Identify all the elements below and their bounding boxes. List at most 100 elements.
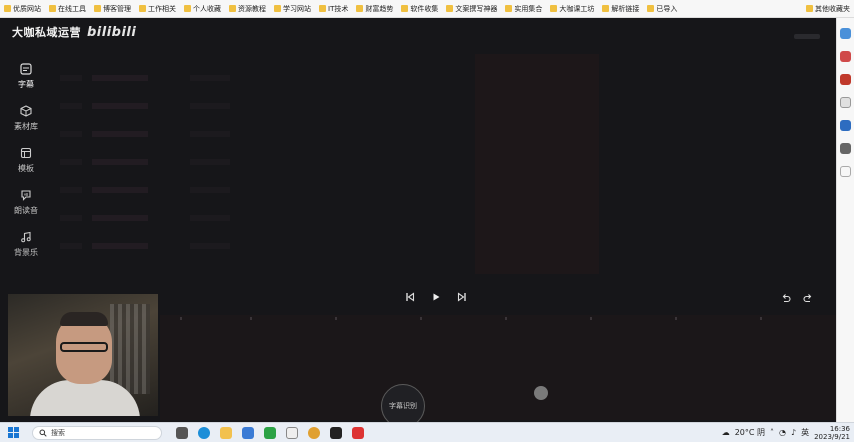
bookmark-item[interactable]: 财富趋势 <box>352 4 397 14</box>
weather-text[interactable]: 20°C 阴 <box>735 427 765 438</box>
extension-icon[interactable] <box>840 74 851 85</box>
chrome-icon[interactable] <box>308 426 320 439</box>
sidebar-item-template[interactable]: 模板 <box>0 146 52 188</box>
windows-start-icon[interactable] <box>8 426 22 439</box>
store-icon[interactable] <box>242 426 254 439</box>
sidebar-item-label: 字幕 <box>18 80 34 89</box>
folder-icon <box>94 5 101 12</box>
search-icon <box>39 429 47 437</box>
bookmark-label: 优质网站 <box>13 4 41 13</box>
folder-icon <box>806 5 813 12</box>
add-icon[interactable] <box>840 166 851 177</box>
bookmark-label: 大咖课工坊 <box>559 4 595 13</box>
bookmark-other-label: 其他收藏夹 <box>815 4 850 13</box>
play-icon[interactable] <box>430 291 442 303</box>
video-editor-icon[interactable] <box>330 426 342 439</box>
bookmark-item[interactable]: 文案撰写神器 <box>442 4 501 14</box>
office-icon[interactable] <box>840 97 851 108</box>
bookmark-item[interactable]: 资源教程 <box>225 4 270 14</box>
bookmark-item[interactable]: 工作相关 <box>135 4 180 14</box>
bookmark-item[interactable]: 大咖课工坊 <box>546 4 598 14</box>
webcam-overlay <box>8 294 158 416</box>
sidebar-item-voice[interactable]: 朗读音 <box>0 188 52 230</box>
volume-icon[interactable]: ♪ <box>791 428 796 437</box>
list-item[interactable] <box>60 64 230 92</box>
playback-controls <box>404 291 468 303</box>
games-icon[interactable] <box>840 143 851 154</box>
folder-icon <box>4 5 11 12</box>
folder-icon <box>319 5 326 12</box>
taskbar-search[interactable]: 搜索 <box>32 425 162 440</box>
wechat-icon[interactable] <box>264 426 276 439</box>
recognize-subtitle-button[interactable]: 字幕识别 <box>381 384 425 422</box>
folder-icon <box>356 5 364 12</box>
folder-icon <box>139 5 146 12</box>
ime-indicator[interactable]: 英 <box>801 427 809 438</box>
outlook-icon[interactable] <box>840 120 851 131</box>
bookmark-item[interactable]: 在线工具 <box>45 4 90 14</box>
weather-icon: ☁ <box>721 428 730 437</box>
bookmark-item[interactable]: 实用集合 <box>501 4 546 14</box>
list-item[interactable] <box>60 204 230 232</box>
bookmark-label: 在线工具 <box>58 4 86 13</box>
sidebar-item-materials[interactable]: 素材库 <box>0 104 52 146</box>
bookmark-label: 博客管理 <box>103 4 131 13</box>
chevron-up-icon[interactable]: ˄ <box>770 428 774 437</box>
list-item[interactable] <box>60 232 230 260</box>
bookmark-label: 工作相关 <box>148 4 176 13</box>
list-item[interactable] <box>60 148 230 176</box>
typora-icon[interactable] <box>286 426 298 439</box>
redo-icon[interactable] <box>802 292 814 304</box>
bookmark-item[interactable]: 博客管理 <box>90 4 135 14</box>
bookmark-item[interactable]: IT技术 <box>315 4 352 14</box>
previous-icon[interactable] <box>404 291 416 303</box>
folder-icon <box>647 5 655 12</box>
bookmark-item[interactable]: 学习网站 <box>270 4 315 14</box>
clock-date: 2023/9/21 <box>814 432 850 441</box>
list-item[interactable] <box>60 176 230 204</box>
bookmark-item[interactable]: 解析链接 <box>598 4 643 14</box>
search-placeholder: 搜索 <box>51 428 65 437</box>
video-editor-app: 大咖私域运营 bilibili 字幕 素材库 模板 朗读音 背景乐 字幕识别 <box>0 18 836 422</box>
system-tray: ☁ 20°C 阴 ˄ ◔ ♪ 英 16:36 2023/9/21 <box>722 425 854 441</box>
timeline-track[interactable] <box>160 315 836 420</box>
undo-icon[interactable] <box>780 292 792 304</box>
folder-icon <box>184 5 191 12</box>
bookmark-label: 软件收集 <box>410 4 439 13</box>
bookmark-item[interactable]: 已导入 <box>643 4 681 14</box>
bookmark-other-folder[interactable]: 其他收藏夹 <box>802 4 854 14</box>
subtitle-list <box>60 64 230 260</box>
video-preview[interactable] <box>475 54 599 274</box>
recorder-icon[interactable] <box>352 426 364 439</box>
app-title-text: 大咖私域运营 <box>12 26 81 39</box>
clock[interactable]: 16:36 2023/9/21 <box>814 425 850 441</box>
sidebar-item-label: 背景乐 <box>14 248 38 257</box>
taskbar-apps <box>176 426 364 439</box>
tools-icon[interactable] <box>840 51 851 62</box>
task-view-icon[interactable] <box>176 426 188 439</box>
folder-icon <box>446 5 454 12</box>
bookmark-item[interactable]: 个人收藏 <box>180 4 225 14</box>
bookmark-label: 实用集合 <box>514 4 543 13</box>
cube-icon <box>19 104 33 118</box>
bookmark-item[interactable]: 优质网站 <box>0 4 45 14</box>
folder-icon <box>49 5 56 12</box>
bookmark-label: 学习网站 <box>283 4 311 13</box>
subtitle-icon <box>19 62 33 76</box>
sidebar-item-subtitle[interactable]: 字幕 <box>0 62 52 104</box>
browser-sidebar <box>836 18 854 422</box>
edge-icon[interactable] <box>198 426 210 439</box>
bookmark-label: 解析链接 <box>611 4 640 13</box>
next-icon[interactable] <box>456 291 468 303</box>
bookmark-item[interactable]: 软件收集 <box>397 4 442 14</box>
network-icon[interactable]: ◔ <box>779 428 786 437</box>
file-explorer-icon[interactable] <box>220 426 232 439</box>
music-icon <box>19 230 33 244</box>
list-item[interactable] <box>60 92 230 120</box>
sidebar-item-music[interactable]: 背景乐 <box>0 230 52 272</box>
bookmarks-bar: 优质网站 在线工具 博客管理 工作相关 个人收藏 资源教程 学习网站 IT技术 … <box>0 0 854 18</box>
list-item[interactable] <box>60 120 230 148</box>
recognize-subtitle-label: 字幕识别 <box>389 402 417 410</box>
folder-icon <box>505 5 513 12</box>
search-icon[interactable] <box>840 28 851 39</box>
